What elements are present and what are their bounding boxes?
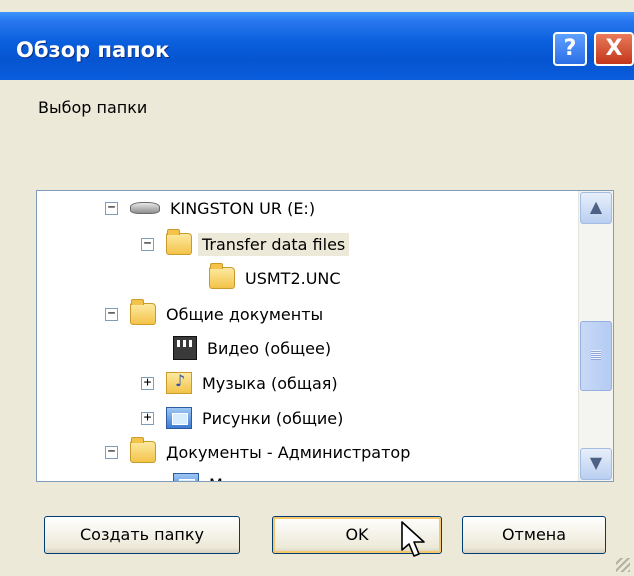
- chevron-down-icon: ▼: [589, 453, 603, 472]
- grip-icon: [591, 350, 601, 360]
- title-bar[interactable]: Обзор папок ? X: [0, 12, 634, 80]
- tree-item-label: Рисунки (общие): [202, 408, 344, 428]
- tree-item-label: Transfer data files: [198, 232, 350, 256]
- folder-tree[interactable]: − KINGSTON UR (E:) − Transfer data files…: [36, 190, 614, 482]
- folder-icon: [209, 263, 235, 289]
- new-folder-button[interactable]: Создать папку: [44, 516, 240, 554]
- scrollbar-thumb[interactable]: [580, 321, 612, 391]
- scroll-up-button[interactable]: ▲: [580, 192, 612, 224]
- drive-icon: [130, 197, 160, 219]
- tree-item-label: Документы - Администратор: [166, 442, 411, 462]
- folder-open-icon: [166, 229, 192, 255]
- resize-grip-icon[interactable]: [616, 558, 630, 572]
- browse-folders-dialog: Обзор папок ? X Выбор папки − KINGSTON U…: [0, 0, 634, 576]
- mouse-cursor-icon: [401, 521, 425, 557]
- folder-open-icon: [130, 437, 156, 463]
- video-folder-icon: [173, 336, 197, 360]
- cancel-button[interactable]: Отмена: [462, 516, 606, 554]
- help-button[interactable]: ?: [553, 32, 587, 66]
- collapse-icon[interactable]: −: [105, 445, 118, 459]
- tree-item-shared-video[interactable]: Видео (общее): [173, 331, 335, 365]
- folder-open-icon: [130, 299, 156, 325]
- tree-item-label: USMT2.UNC: [245, 268, 341, 288]
- collapse-icon[interactable]: −: [105, 201, 118, 215]
- expand-icon[interactable]: +: [141, 411, 154, 425]
- tree-item-transfer-data-files[interactable]: − Transfer data files: [141, 227, 350, 261]
- tree-item-usmt2-unc[interactable]: USMT2.UNC: [209, 261, 345, 295]
- dialog-title: Обзор папок: [16, 38, 170, 62]
- tree-item-label: Мои рисунки: [205, 473, 321, 482]
- chevron-up-icon: ▲: [589, 197, 603, 216]
- scroll-down-button[interactable]: ▼: [580, 448, 612, 480]
- tree-item-admin-documents[interactable]: − Документы - Администратор: [105, 435, 414, 469]
- collapse-icon[interactable]: −: [141, 237, 154, 251]
- prompt-label: Выбор папки: [38, 98, 148, 117]
- tree-item-shared-pictures[interactable]: + Рисунки (общие): [141, 401, 347, 435]
- pictures-folder-icon: [173, 473, 199, 481]
- tree-item-label: Музыка (общая): [202, 373, 338, 393]
- vertical-scrollbar[interactable]: ▲ ▼: [578, 191, 613, 481]
- expand-icon[interactable]: +: [141, 376, 154, 390]
- music-folder-icon: [166, 371, 192, 394]
- tree-item-shared-music[interactable]: + Музыка (общая): [141, 366, 342, 400]
- tree-item-my-pictures[interactable]: Мои рисунки: [173, 467, 321, 482]
- tree-item-shared-documents[interactable]: − Общие документы: [105, 297, 327, 331]
- tree-item-label: Общие документы: [166, 304, 324, 324]
- tree-item-label: KINGSTON UR (E:): [170, 198, 316, 218]
- tree-item-label: Видео (общее): [207, 338, 332, 358]
- close-button[interactable]: X: [594, 32, 634, 66]
- pictures-folder-icon: [166, 407, 192, 429]
- tree-item-kingston-drive[interactable]: − KINGSTON UR (E:): [105, 191, 319, 225]
- collapse-icon[interactable]: −: [105, 307, 118, 321]
